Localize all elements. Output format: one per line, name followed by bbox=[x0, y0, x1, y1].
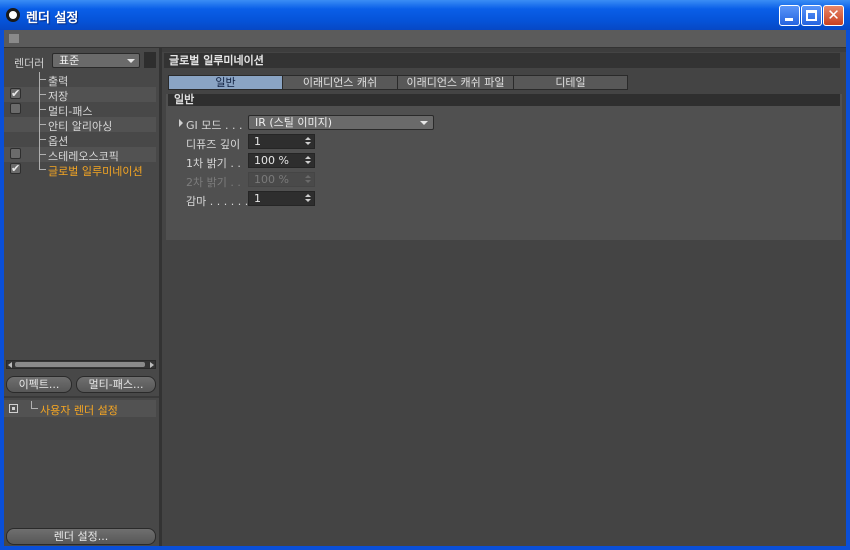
user-render-setting-label: 사용자 렌더 설정 bbox=[40, 404, 118, 417]
right-panel: 글로벌 일루미네이션 일반 이래디언스 캐쉬 이래디언스 캐쉬 파일 디테일 일… bbox=[162, 48, 846, 546]
param-label: 디퓨즈 깊이 bbox=[186, 138, 241, 151]
group-header: 일반 bbox=[168, 94, 840, 106]
field-value: 1 bbox=[254, 135, 261, 148]
maximize-button[interactable] bbox=[801, 5, 822, 26]
diffuse-depth-field[interactable]: 1 bbox=[248, 134, 315, 149]
render-settings-window: 렌더 설정 ✕ 렌더러 표준 출력 ✔ 저장 멀티-패스 안티 알리아싱 옵션 … bbox=[0, 0, 850, 550]
section-title: 글로벌 일루미네이션 bbox=[164, 53, 840, 68]
render-setting-icon bbox=[9, 404, 18, 413]
gi-mode-value: IR (스틸 이미지) bbox=[255, 116, 333, 129]
minimize-button[interactable] bbox=[779, 5, 800, 26]
grip-icon[interactable] bbox=[9, 34, 19, 43]
tree-branch bbox=[39, 94, 46, 95]
tree-item-multipass[interactable]: 멀티-패스 bbox=[4, 102, 156, 118]
spinner-icon bbox=[305, 175, 311, 184]
tree-item-label: 글로벌 일루미네이션 bbox=[48, 165, 143, 178]
gi-mode-dropdown[interactable]: IR (스틸 이미지) bbox=[248, 115, 434, 130]
checkbox-placeholder bbox=[10, 118, 21, 129]
checkbox-unchecked[interactable] bbox=[10, 103, 21, 114]
minimize-icon bbox=[785, 18, 793, 21]
field-value: 100 % bbox=[254, 173, 289, 186]
chevron-down-icon bbox=[127, 59, 135, 63]
primary-intensity-field[interactable]: 100 % bbox=[248, 153, 315, 168]
panel-edge bbox=[162, 48, 846, 52]
tab-general[interactable]: 일반 bbox=[168, 75, 283, 90]
spinner-icon[interactable] bbox=[305, 137, 311, 146]
multipass-button[interactable]: 멀티-패스... bbox=[76, 376, 156, 393]
window-title: 렌더 설정 bbox=[26, 11, 79, 26]
left-panel: 렌더러 표준 출력 ✔ 저장 멀티-패스 안티 알리아싱 옵션 스테레오스코픽 … bbox=[4, 48, 159, 546]
chevron-down-icon bbox=[420, 121, 428, 125]
secondary-intensity-field: 100 % bbox=[248, 172, 315, 187]
param-label: GI 모드 . . . bbox=[186, 119, 243, 132]
user-render-setting-item[interactable]: 사용자 렌더 설정 bbox=[4, 400, 156, 417]
gamma-field[interactable]: 1 bbox=[248, 191, 315, 206]
tree-item-output[interactable]: 출력 bbox=[4, 72, 156, 88]
scroll-right-icon[interactable] bbox=[150, 362, 154, 368]
close-icon: ✕ bbox=[827, 6, 840, 24]
renderer-value: 표준 bbox=[59, 54, 80, 67]
tree-branch bbox=[39, 79, 46, 80]
tree-item-stereoscopic[interactable]: 스테레오스코픽 bbox=[4, 147, 156, 163]
cinema4d-logo-icon bbox=[6, 8, 20, 22]
horizontal-scrollbar[interactable] bbox=[6, 360, 156, 369]
field-value: 100 % bbox=[254, 154, 289, 167]
tree-branch bbox=[31, 408, 38, 409]
tree-branch bbox=[39, 109, 46, 110]
checkbox-checked[interactable]: ✔ bbox=[10, 88, 21, 99]
panel-menu-button[interactable] bbox=[144, 52, 156, 68]
client-area: 렌더러 표준 출력 ✔ 저장 멀티-패스 안티 알리아싱 옵션 스테레오스코픽 … bbox=[4, 30, 846, 546]
param-label: 1차 밝기 . . bbox=[186, 157, 241, 170]
param-label: 2차 밝기 . . bbox=[186, 176, 241, 189]
renderer-dropdown[interactable]: 표준 bbox=[52, 53, 140, 68]
checkbox-placeholder bbox=[10, 133, 21, 144]
effect-button[interactable]: 이펙트... bbox=[6, 376, 72, 393]
tree-item-global-illumination[interactable]: ✔ 글로벌 일루미네이션 bbox=[4, 162, 156, 178]
render-settings-button[interactable]: 렌더 설정... bbox=[6, 528, 156, 545]
param-primary-intensity: 1차 밝기 . . 100 % bbox=[166, 152, 842, 170]
close-button[interactable]: ✕ bbox=[823, 5, 844, 26]
tree-branch bbox=[39, 139, 46, 140]
param-gamma: 감마 . . . . . . 1 bbox=[166, 190, 842, 208]
checkbox-unchecked[interactable] bbox=[10, 148, 21, 159]
renderer-label: 렌더러 bbox=[14, 57, 45, 70]
checkbox-checked[interactable]: ✔ bbox=[10, 163, 21, 174]
scroll-left-icon[interactable] bbox=[8, 362, 12, 368]
tab-irradiance-cache-file[interactable]: 이래디언스 캐쉬 파일 bbox=[397, 75, 514, 90]
tab-irradiance-cache[interactable]: 이래디언스 캐쉬 bbox=[282, 75, 398, 90]
tree-branch bbox=[39, 124, 46, 125]
maximize-icon bbox=[806, 10, 817, 21]
tree-branch bbox=[39, 169, 46, 170]
toolbar-grip-bar bbox=[4, 30, 846, 48]
param-label: 감마 . . . . . . bbox=[186, 195, 249, 208]
scroll-thumb[interactable] bbox=[15, 362, 145, 367]
param-gi-mode: GI 모드 . . . IR (스틸 이미지) bbox=[166, 114, 842, 132]
tree-item-antialiasing[interactable]: 안티 알리아싱 bbox=[4, 117, 156, 133]
settings-group: 일반 GI 모드 . . . IR (스틸 이미지) 디퓨즈 깊이 1 1차 밝… bbox=[166, 94, 842, 240]
divider bbox=[4, 396, 159, 398]
animation-marker-icon[interactable] bbox=[179, 119, 183, 127]
title-bar[interactable]: 렌더 설정 ✕ bbox=[0, 0, 850, 30]
param-secondary-intensity: 2차 밝기 . . 100 % bbox=[166, 171, 842, 189]
param-diffuse-depth: 디퓨즈 깊이 1 bbox=[166, 133, 842, 151]
tree-branch bbox=[39, 154, 46, 155]
spinner-icon[interactable] bbox=[305, 194, 311, 203]
checkbox-placeholder bbox=[10, 73, 21, 84]
tree-item-options[interactable]: 옵션 bbox=[4, 132, 156, 148]
spinner-icon[interactable] bbox=[305, 156, 311, 165]
tab-detail[interactable]: 디테일 bbox=[513, 75, 628, 90]
tree-item-save[interactable]: ✔ 저장 bbox=[4, 87, 156, 103]
field-value: 1 bbox=[254, 192, 261, 205]
